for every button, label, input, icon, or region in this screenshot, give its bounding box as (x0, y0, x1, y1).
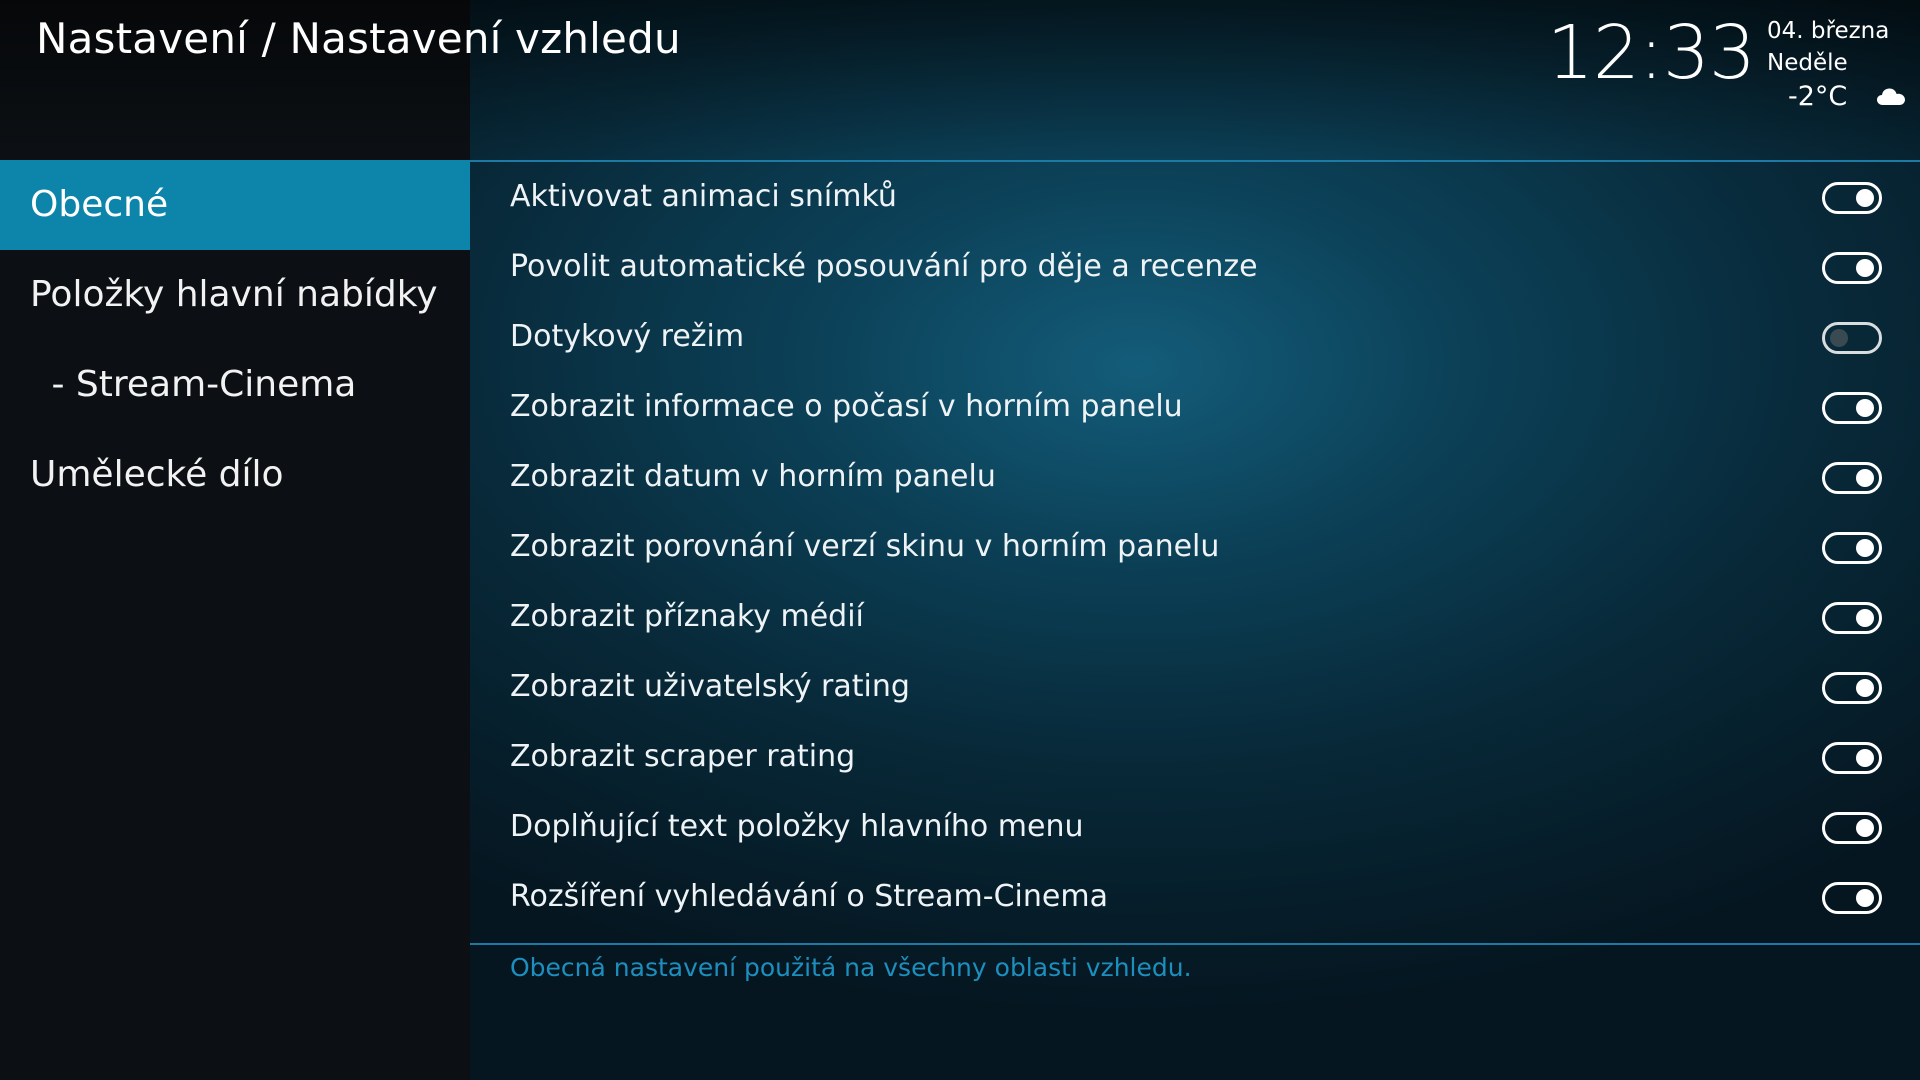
setting-label: Zobrazit datum v horním panelu (510, 459, 996, 494)
toggle-switch[interactable] (1822, 742, 1882, 774)
toggle-knob (1856, 749, 1874, 767)
sidebar-item-polozky-hlavni-nabidky[interactable]: Položky hlavní nabídky (0, 250, 470, 340)
weather-temperature: -2°C (1788, 81, 1848, 112)
sidebar-item-obecne[interactable]: Obecné (0, 160, 470, 250)
setting-row[interactable]: Zobrazit uživatelský rating (470, 652, 1920, 722)
setting-label: Dotykový režim (510, 319, 745, 354)
toggle-switch[interactable] (1822, 322, 1882, 354)
toggle-switch[interactable] (1822, 882, 1882, 914)
setting-row[interactable]: Zobrazit informace o počasí v horním pan… (470, 372, 1920, 442)
setting-row[interactable]: Zobrazit porovnání verzí skinu v horním … (470, 512, 1920, 582)
toggle-knob (1856, 189, 1874, 207)
toggle-switch[interactable] (1822, 252, 1882, 284)
sidebar-item-stream-cinema[interactable]: - Stream-Cinema (0, 340, 470, 430)
toggle-knob (1830, 329, 1848, 347)
toggle-knob (1856, 539, 1874, 557)
toggle-knob (1856, 819, 1874, 837)
toggle-switch[interactable] (1822, 462, 1882, 494)
toggle-knob (1856, 259, 1874, 277)
toggle-switch[interactable] (1822, 392, 1882, 424)
cloud-icon (1877, 88, 1905, 105)
clock-weather-widget: 12:33 04. března Neděle -2°C (1547, 10, 1905, 120)
setting-row[interactable]: Dotykový režim (470, 302, 1920, 372)
toggle-knob (1856, 399, 1874, 417)
settings-screen: Nastavení / Nastavení vzhledu 12:33 04. … (0, 0, 1920, 1080)
setting-row[interactable]: Povolit automatické posouvání pro děje a… (470, 232, 1920, 302)
toggle-knob (1856, 469, 1874, 487)
setting-row[interactable]: Rozšíření vyhledávání o Stream-Cinema (470, 862, 1920, 932)
setting-label: Doplňující text položky hlavního menu (510, 809, 1084, 844)
toggle-switch[interactable] (1822, 532, 1882, 564)
clock-date: 04. března (1767, 18, 1890, 44)
setting-description: Obecná nastavení použitá na všechny obla… (510, 953, 1192, 982)
toggle-knob (1856, 679, 1874, 697)
setting-label: Zobrazit scraper rating (510, 739, 856, 774)
setting-row[interactable]: Doplňující text položky hlavního menu (470, 792, 1920, 862)
setting-row[interactable]: Zobrazit scraper rating (470, 722, 1920, 792)
setting-label: Zobrazit příznaky médií (510, 599, 864, 634)
setting-label: Zobrazit informace o počasí v horním pan… (510, 389, 1183, 424)
toggle-knob (1856, 889, 1874, 907)
clock-day: Neděle (1767, 50, 1848, 76)
setting-label: Aktivovat animaci snímků (510, 179, 897, 214)
toggle-switch[interactable] (1822, 182, 1882, 214)
page-title: Nastavení / Nastavení vzhledu (36, 14, 681, 63)
toggle-switch[interactable] (1822, 812, 1882, 844)
toggle-switch[interactable] (1822, 672, 1882, 704)
setting-label: Povolit automatické posouvání pro děje a… (510, 249, 1258, 284)
clock-time: 12:33 (1546, 10, 1756, 96)
sidebar-item-umelecke-dilo[interactable]: Umělecké dílo (0, 430, 470, 520)
setting-row[interactable]: Aktivovat animaci snímků (470, 162, 1920, 232)
setting-row[interactable]: Zobrazit příznaky médií (470, 582, 1920, 652)
setting-label: Zobrazit porovnání verzí skinu v horním … (510, 529, 1220, 564)
bottom-divider (470, 943, 1920, 945)
toggle-switch[interactable] (1822, 602, 1882, 634)
toggle-knob (1856, 609, 1874, 627)
setting-row[interactable]: Zobrazit datum v horním panelu (470, 442, 1920, 512)
setting-label: Zobrazit uživatelský rating (510, 669, 910, 704)
setting-label: Rozšíření vyhledávání o Stream-Cinema (510, 879, 1108, 914)
